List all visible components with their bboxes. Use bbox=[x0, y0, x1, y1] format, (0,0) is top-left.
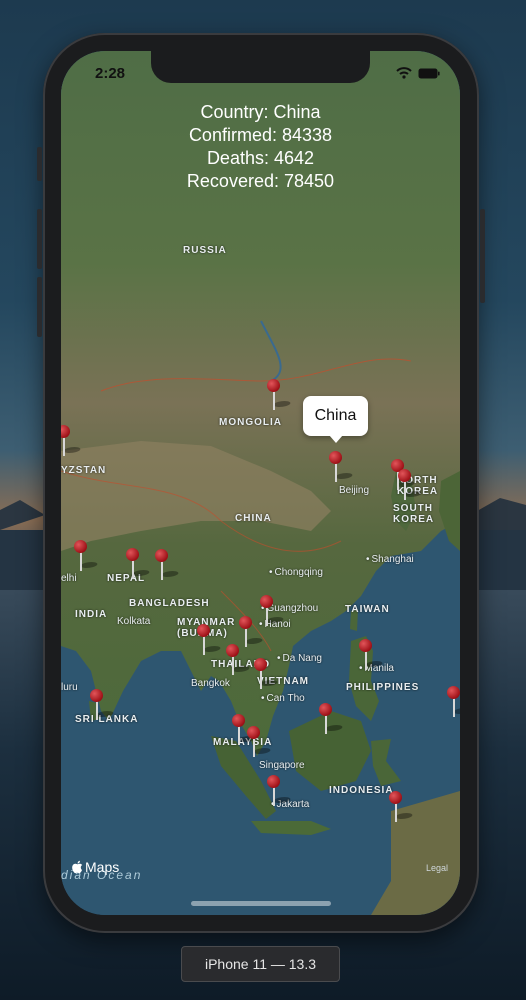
legal-link[interactable]: Legal bbox=[426, 863, 448, 873]
map-pin-brunei[interactable] bbox=[319, 703, 345, 735]
notch bbox=[151, 51, 370, 83]
label-bangkok: Bangkok bbox=[191, 678, 230, 689]
label-kyrgyzstan: YZSTAN bbox=[61, 465, 107, 476]
confirmed-line: Confirmed: 84338 bbox=[61, 124, 460, 147]
map-pin-nepal[interactable] bbox=[126, 548, 152, 580]
label-shanghai: Shanghai bbox=[366, 554, 414, 565]
label-chongqing: Chongqing bbox=[269, 567, 323, 578]
map-pin-guam[interactable] bbox=[447, 686, 460, 718]
home-indicator[interactable] bbox=[191, 901, 331, 906]
label-russia: RUSSIA bbox=[183, 245, 227, 256]
map-pin-indonesia[interactable] bbox=[267, 775, 293, 807]
map-pin-sri-lanka[interactable] bbox=[90, 689, 116, 721]
label-delhi: elhi bbox=[61, 573, 77, 584]
volume-up-button bbox=[37, 209, 42, 269]
silent-switch bbox=[37, 147, 42, 181]
country-info-panel: Country: China Confirmed: 84338 Deaths: … bbox=[61, 101, 460, 193]
map-pin-singapore[interactable] bbox=[247, 726, 273, 758]
map-pin-china[interactable] bbox=[329, 451, 355, 483]
label-bengaluru: luru bbox=[61, 682, 78, 693]
map-pin-timor-leste[interactable] bbox=[389, 791, 415, 823]
label-da-nang: Da Nang bbox=[277, 653, 322, 664]
map-pin-india[interactable] bbox=[74, 540, 100, 572]
label-india: INDIA bbox=[75, 609, 108, 620]
pin-callout-china[interactable]: China bbox=[303, 396, 368, 443]
phone-screen: 2:28 Country: China Confirmed: 84338 Dea… bbox=[61, 51, 460, 915]
label-beijing: Beijing bbox=[339, 485, 370, 496]
wifi-icon bbox=[396, 67, 412, 79]
confirmed-value: 84338 bbox=[281, 125, 333, 145]
deaths-line: Deaths: 4642 bbox=[61, 147, 460, 170]
map-pin-myanmar[interactable] bbox=[197, 624, 223, 656]
map-pin-mongolia[interactable] bbox=[267, 379, 293, 411]
map-pin-south-korea[interactable] bbox=[398, 469, 424, 501]
map-pin-kazakhstan[interactable] bbox=[61, 425, 83, 457]
power-button bbox=[480, 209, 485, 303]
label-can-tho: Can Tho bbox=[261, 693, 305, 704]
map-pin-cambodia[interactable] bbox=[254, 658, 280, 690]
map-pin-thailand[interactable] bbox=[226, 644, 252, 676]
simulator-device-label: iPhone 11 — 13.3 bbox=[181, 946, 340, 982]
recovered-line: Recovered: 78450 bbox=[61, 170, 460, 193]
map-pin-bhutan[interactable] bbox=[155, 549, 181, 581]
label-mongolia: MONGOLIA bbox=[219, 417, 282, 428]
apple-icon bbox=[72, 860, 83, 874]
label-china: CHINA bbox=[235, 513, 272, 524]
label-indonesia: INDONESIA bbox=[329, 785, 394, 796]
country-value: China bbox=[273, 102, 321, 122]
country-label: Country: bbox=[200, 102, 269, 122]
country-line: Country: China bbox=[61, 101, 460, 124]
apple-maps-logo: Maps bbox=[71, 859, 119, 875]
label-singapore: Singapore bbox=[259, 760, 305, 771]
confirmed-label: Confirmed: bbox=[188, 125, 277, 145]
map-pin-hong-kong[interactable] bbox=[260, 595, 286, 627]
battery-icon bbox=[418, 68, 440, 78]
maps-text: Maps bbox=[85, 859, 120, 875]
label-taiwan: TAIWAN bbox=[345, 604, 390, 615]
deaths-value: 4642 bbox=[274, 148, 315, 168]
status-icons bbox=[396, 67, 440, 79]
deaths-label: Deaths: bbox=[206, 148, 269, 168]
map-pin-philippines[interactable] bbox=[359, 639, 385, 671]
label-south-korea: SOUTH KOREA bbox=[393, 503, 435, 525]
label-philippines: PHILIPPINES bbox=[346, 682, 420, 693]
label-kolkata: Kolkata bbox=[117, 616, 151, 627]
status-time: 2:28 bbox=[95, 65, 126, 82]
recovered-value: 78450 bbox=[284, 171, 335, 191]
recovered-label: Recovered: bbox=[186, 171, 279, 191]
map-pin-malaysia[interactable] bbox=[232, 714, 258, 746]
label-bangladesh: BANGLADESH bbox=[129, 598, 210, 609]
map-pin-laos[interactable] bbox=[239, 616, 265, 648]
volume-down-button bbox=[37, 277, 42, 337]
